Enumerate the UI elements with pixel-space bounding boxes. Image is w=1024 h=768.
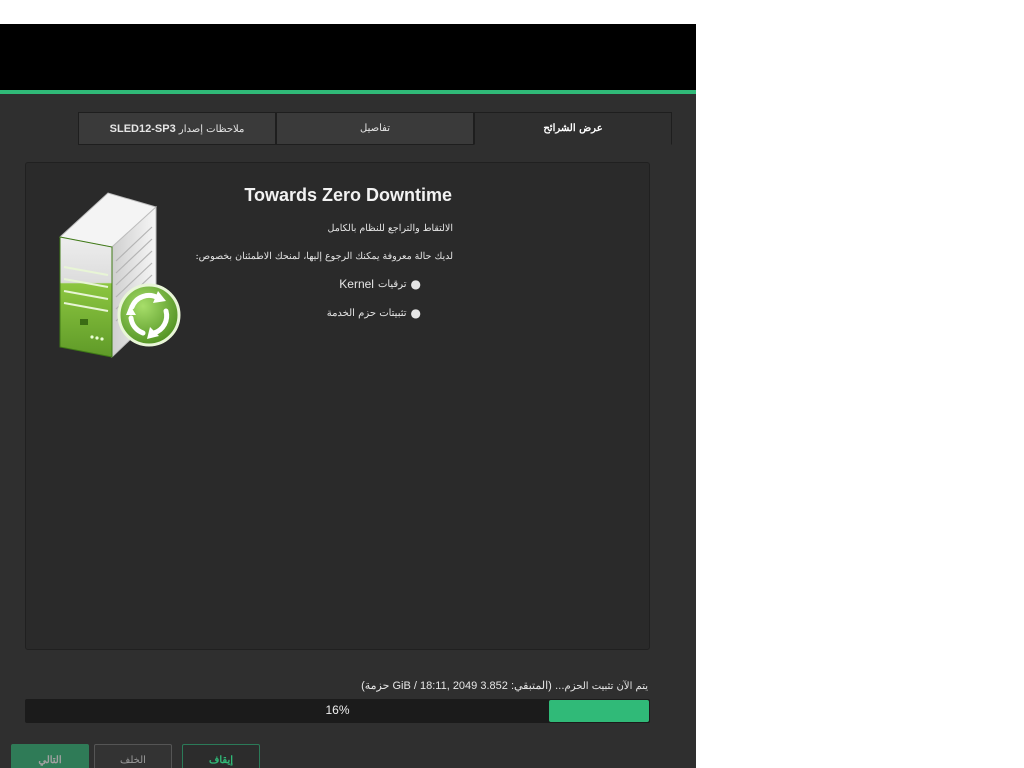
tab-release-notes-label: ملاحظات إصدار SLED12-SP3: [109, 122, 245, 135]
slide-title: Towards Zero Downtime: [244, 185, 452, 205]
tab-slideshow[interactable]: عرض الشرائح: [474, 112, 672, 145]
slide-text-line1: الالتقاط والتراجع للنظام بالكامل: [327, 223, 454, 234]
tab-details[interactable]: تفاصيل: [276, 112, 474, 145]
slideshow-panel: Towards Zero Downtime الالتقاط والتراجع …: [25, 162, 650, 650]
tab-details-label: تفاصيل: [360, 123, 390, 134]
next-button[interactable]: التالي: [11, 744, 89, 768]
tab-release-notes[interactable]: ملاحظات إصدار SLED12-SP3: [78, 112, 276, 145]
tab-slideshow-label: عرض الشرائح: [543, 123, 603, 134]
title-bar: [0, 24, 696, 90]
install-status-text: يتم الآن تثبيت الحزم... (المتبقي: 3.852 …: [361, 680, 648, 692]
progress-label: 16%: [325, 703, 350, 717]
server-with-refresh-icon: [58, 192, 181, 359]
slide-bullet-2: ● تثبيتات حزم الخدمة: [326, 306, 421, 320]
slide-text-line2: لديك حالة معروفة يمكنك الرجوع إليها، لمن…: [195, 251, 453, 262]
back-button[interactable]: الخلف: [94, 744, 172, 768]
abort-button[interactable]: إيقاف: [182, 744, 260, 768]
bullet-icon: ●: [410, 277, 421, 291]
slide-bullet-1: ● ترقيات Kernel: [339, 277, 421, 291]
bullet-icon: ●: [410, 306, 421, 320]
installer-window: عرض الشرائح تفاصيل ملاحظات إصدار SLED12-…: [0, 24, 696, 768]
install-progress-bar: 16%: [25, 699, 650, 723]
accent-line: [0, 90, 696, 94]
